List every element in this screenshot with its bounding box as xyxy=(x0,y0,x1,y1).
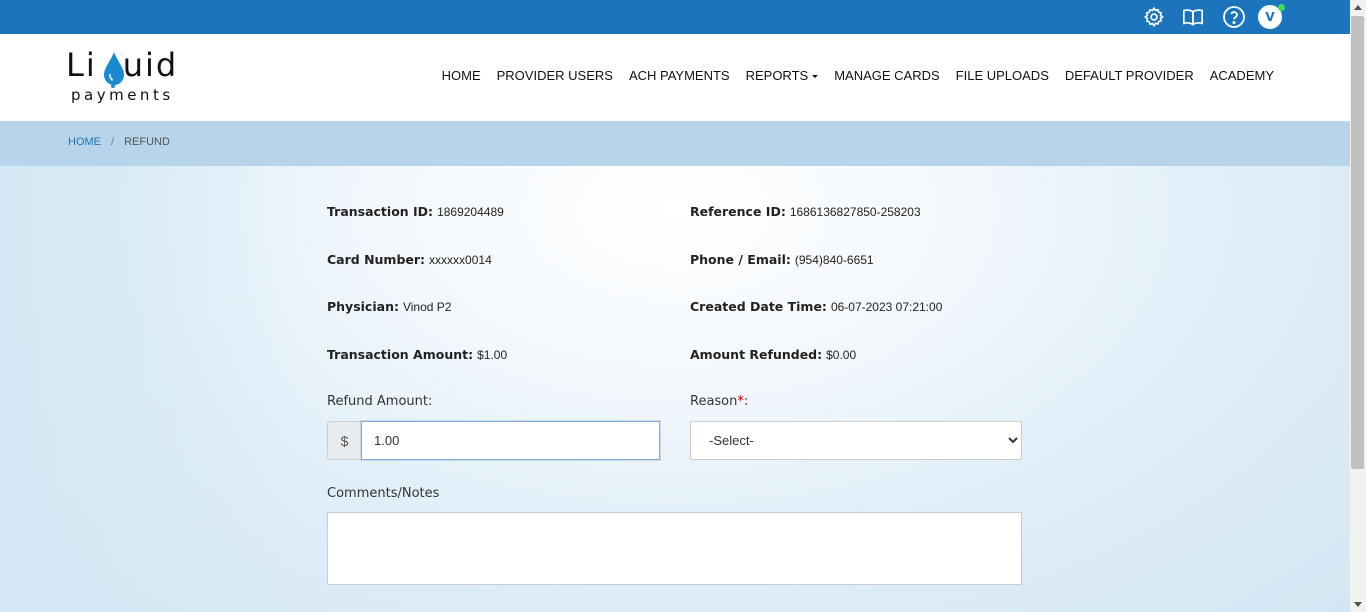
transaction-amount-field: Transaction Amount: $1.00 xyxy=(327,347,507,362)
reason-label-text: Reason xyxy=(690,394,738,409)
transaction-amount-value: $1.00 xyxy=(477,348,508,362)
book-icon[interactable] xyxy=(1180,4,1206,30)
help-icon[interactable] xyxy=(1221,4,1247,30)
transaction-amount-label: Transaction Amount: xyxy=(327,347,474,362)
breadcrumb-home[interactable]: HOME xyxy=(68,136,101,148)
nav-reports[interactable]: REPORTS xyxy=(746,68,819,83)
comments-notes-textarea[interactable] xyxy=(327,512,1022,585)
card-number-field: Card Number: xxxxxx0014 xyxy=(327,252,492,267)
liquid-payments-logo[interactable]: Li uid payments xyxy=(66,47,190,109)
refund-amount-label: Refund Amount: xyxy=(327,394,433,409)
physician-value: Vinod P2 xyxy=(402,300,452,314)
card-number-value: xxxxxx0014 xyxy=(429,253,492,267)
phone-email-label: Phone / Email: xyxy=(690,252,791,267)
physician-field: Physician: Vinod P2 xyxy=(327,299,451,314)
refund-amount-input[interactable] xyxy=(361,421,660,460)
transaction-id-label: Transaction ID: xyxy=(327,204,434,219)
breadcrumb-separator: / xyxy=(111,136,115,148)
nav-academy[interactable]: ACADEMY xyxy=(1210,68,1274,83)
created-date-field: Created Date Time: 06-07-2023 07:21:00 xyxy=(690,299,942,314)
gear-icon[interactable] xyxy=(1141,4,1167,30)
refund-amount-group: $ xyxy=(327,421,660,460)
nav-provider-users[interactable]: PROVIDER USERS xyxy=(497,68,613,83)
created-date-value: 06-07-2023 07:21:00 xyxy=(830,300,943,314)
scroll-down-arrow-icon[interactable] xyxy=(1354,602,1362,607)
amount-refunded-label: Amount Refunded: xyxy=(690,347,823,362)
amount-refunded-value: $0.00 xyxy=(826,348,857,362)
transaction-id-value: 1869204489 xyxy=(437,205,504,219)
created-date-label: Created Date Time: xyxy=(690,299,827,314)
nav-menu: HOME PROVIDER USERS ACH PAYMENTS REPORTS… xyxy=(442,68,1274,83)
logo-subtitle: payments xyxy=(71,86,174,104)
phone-email-value: (954)840-6651 xyxy=(794,253,874,267)
breadcrumb-bar: HOME / REFUND xyxy=(0,121,1350,166)
physician-label: Physician: xyxy=(327,299,399,314)
reference-id-value: 1686136827850-258203 xyxy=(789,205,921,219)
reason-select[interactable]: -Select- xyxy=(690,421,1022,460)
scroll-up-arrow-icon[interactable] xyxy=(1354,5,1362,10)
nav-ach-payments[interactable]: ACH PAYMENTS xyxy=(629,68,730,83)
breadcrumb-current: REFUND xyxy=(124,136,170,148)
amount-refunded-field: Amount Refunded: $0.00 xyxy=(690,347,856,362)
breadcrumb: HOME / REFUND xyxy=(68,136,170,148)
reason-label-colon: : xyxy=(743,394,749,409)
currency-addon: $ xyxy=(327,421,361,460)
water-drop-icon xyxy=(104,52,124,88)
online-status-dot xyxy=(1278,4,1285,11)
nav-default-provider[interactable]: DEFAULT PROVIDER xyxy=(1065,68,1194,83)
main-navbar: Li uid payments HOME PROVIDER USERS ACH P… xyxy=(0,34,1350,121)
caret-down-icon xyxy=(812,75,819,79)
refund-panel: Transaction ID: 1869204489 Reference ID: 1… xyxy=(0,166,1350,612)
top-bar: V xyxy=(0,0,1350,34)
comments-notes-label: Comments/Notes xyxy=(327,486,440,501)
scrollbar-thumb[interactable] xyxy=(1351,16,1364,469)
nav-reports-label: REPORTS xyxy=(745,68,809,83)
transaction-id-field: Transaction ID: 1869204489 xyxy=(327,204,504,219)
card-number-label: Card Number: xyxy=(327,252,426,267)
nav-file-uploads[interactable]: FILE UPLOADS xyxy=(956,68,1049,83)
reference-id-label: Reference ID: xyxy=(690,204,786,219)
nav-manage-cards[interactable]: MANAGE CARDS xyxy=(834,68,939,83)
reason-label: Reason*: xyxy=(690,394,748,409)
reference-id-field: Reference ID: 1686136827850-258203 xyxy=(690,204,921,219)
nav-home[interactable]: HOME xyxy=(442,68,481,83)
phone-email-field: Phone / Email: (954)840-6651 xyxy=(690,252,874,267)
